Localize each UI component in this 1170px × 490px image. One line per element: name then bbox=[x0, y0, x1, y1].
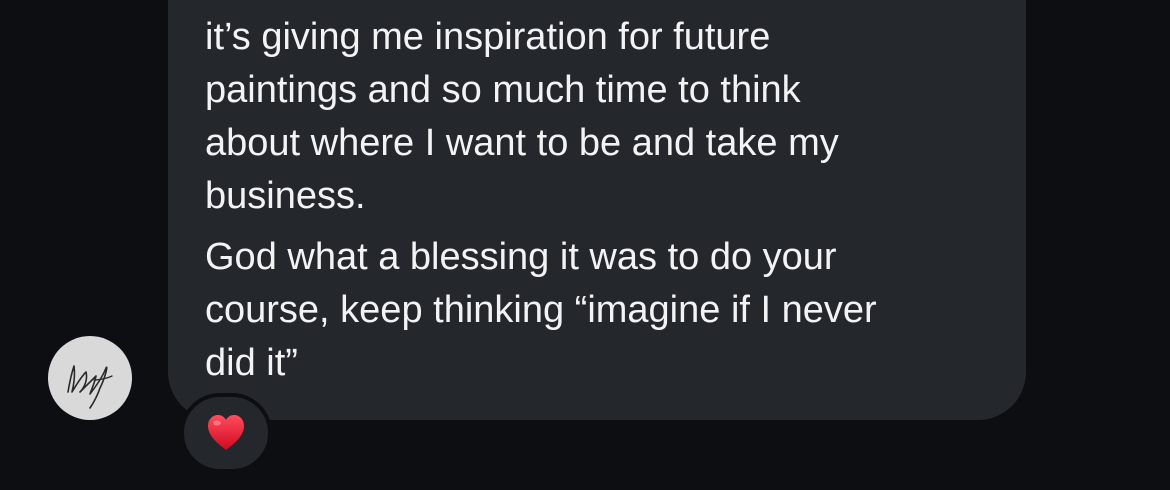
chat-view: it’s giving me inspiration for future pa… bbox=[0, 0, 1170, 490]
message-text-line: business. bbox=[205, 175, 366, 217]
message-text-line: God what a blessing it was to do your bbox=[205, 236, 837, 278]
avatar[interactable] bbox=[48, 336, 132, 420]
message-text-line: did it” bbox=[205, 342, 298, 384]
message-text-line: it’s giving me inspiration for future bbox=[205, 16, 771, 58]
signature-logo-icon bbox=[67, 365, 113, 409]
red-heart-icon bbox=[208, 415, 244, 450]
message-text-line: about where I want to be and take my bbox=[205, 122, 839, 164]
reaction-badge[interactable] bbox=[180, 393, 272, 473]
message-text-line: course, keep thinking “imagine if I neve… bbox=[205, 289, 877, 331]
message-text-line: paintings and so much time to think bbox=[205, 69, 801, 111]
